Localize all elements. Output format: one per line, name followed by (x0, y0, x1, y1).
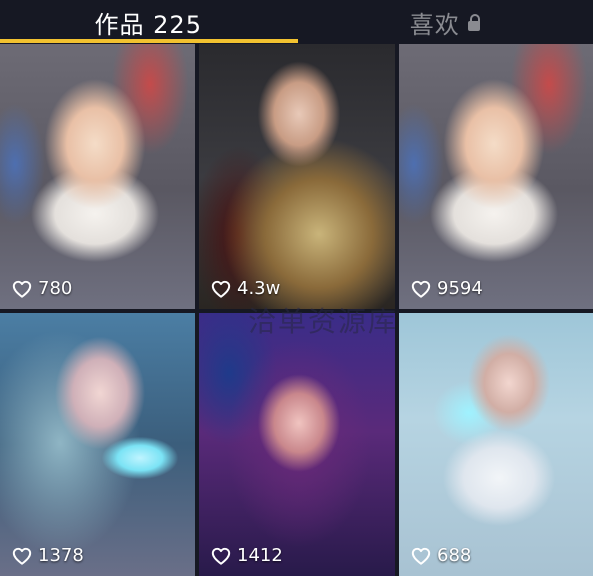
like-count-value: 1378 (38, 545, 84, 566)
video-thumbnail[interactable]: 1378 (0, 313, 195, 576)
profile-tabs: 作品 225 喜欢 (0, 0, 593, 44)
profile-video-screen: 作品 225 喜欢 780 4.3w 9594 1378 1412 688 洽单… (0, 0, 593, 576)
heart-icon (211, 547, 231, 565)
video-thumbnail[interactable]: 4.3w (199, 44, 395, 309)
tab-works-label: 作品 225 (94, 10, 202, 39)
tab-works[interactable]: 作品 225 (0, 0, 297, 44)
video-thumbnail[interactable]: 9594 (399, 44, 593, 309)
heart-icon (12, 280, 32, 298)
heart-icon (211, 280, 231, 298)
like-count-value: 1412 (237, 545, 283, 566)
heart-icon (12, 547, 32, 565)
video-thumbnail[interactable]: 688 (399, 313, 593, 576)
video-cover-image (399, 44, 593, 309)
like-count: 688 (411, 545, 471, 566)
video-thumbnail[interactable]: 780 (0, 44, 195, 309)
tab-likes-label: 喜欢 (409, 10, 460, 39)
heart-icon (411, 547, 431, 565)
like-count-value: 688 (437, 545, 472, 566)
video-cover-image (0, 313, 195, 576)
like-count-value: 9594 (437, 278, 483, 299)
video-cover-image (399, 313, 593, 576)
like-count-value: 780 (38, 278, 73, 299)
like-count: 1412 (211, 545, 283, 566)
video-cover-image (0, 44, 195, 309)
like-count: 780 (12, 278, 72, 299)
like-count: 4.3w (211, 278, 280, 299)
tab-likes[interactable]: 喜欢 (297, 0, 593, 44)
video-cover-image (199, 44, 395, 309)
like-count: 1378 (12, 545, 84, 566)
active-tab-indicator (0, 39, 298, 43)
video-grid: 780 4.3w 9594 1378 1412 688 (0, 44, 593, 576)
video-thumbnail[interactable]: 1412 (199, 313, 395, 576)
like-count-value: 4.3w (237, 278, 281, 299)
video-cover-image (199, 313, 395, 576)
heart-icon (411, 280, 431, 298)
lock-icon (467, 13, 480, 31)
like-count: 9594 (411, 278, 483, 299)
